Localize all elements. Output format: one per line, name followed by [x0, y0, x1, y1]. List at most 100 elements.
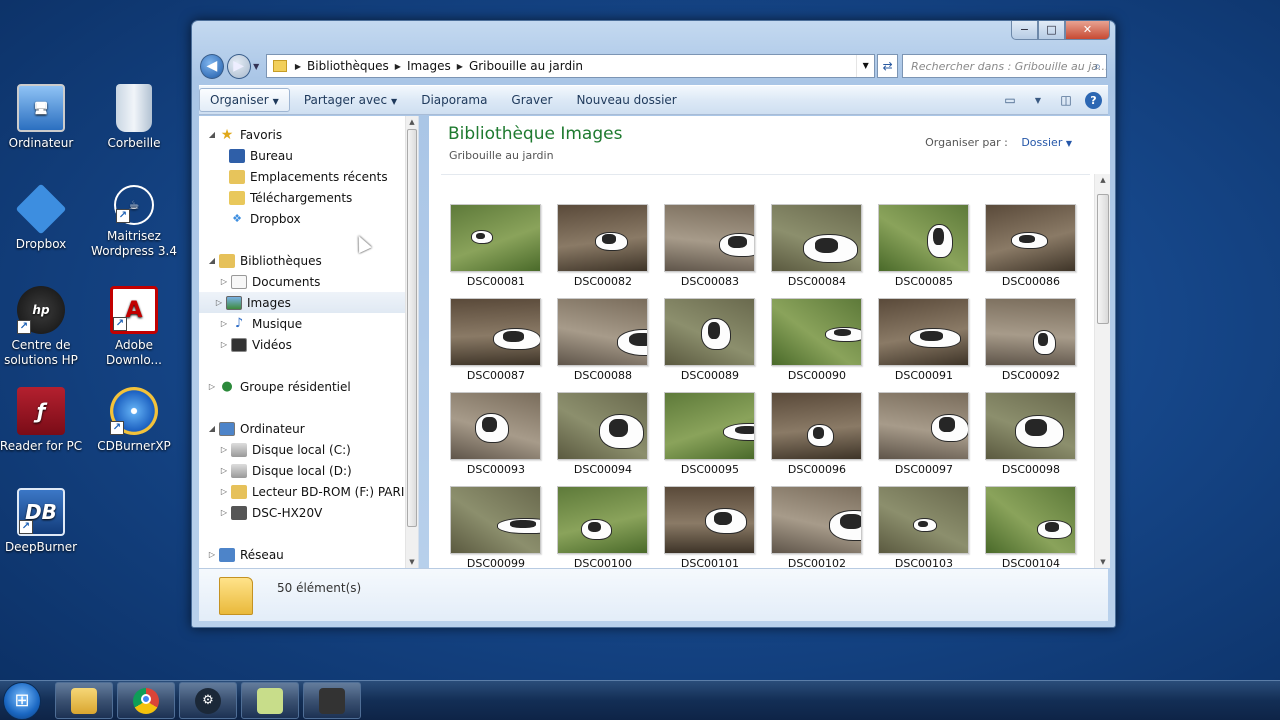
collapse-arrow-icon[interactable]: ▷: [207, 550, 217, 559]
view-dropdown-icon[interactable]: ▼: [1029, 92, 1047, 108]
desktop-icon-dropbox[interactable]: Dropbox: [0, 183, 84, 252]
scroll-down-icon[interactable]: ▼: [1095, 558, 1110, 566]
photo-thumbnail[interactable]: DSC00091: [878, 298, 970, 392]
collapse-arrow-icon[interactable]: ▷: [219, 445, 229, 454]
search-input[interactable]: Rechercher dans : Gribouille au ja... ⌕: [902, 54, 1108, 78]
photo-thumbnail[interactable]: DSC00104: [985, 486, 1077, 568]
photo-thumbnail[interactable]: DSC00089: [664, 298, 756, 392]
organize-button[interactable]: Organiser ▼: [199, 88, 290, 112]
nav-pane-scrollbar[interactable]: ▲ ▼: [405, 116, 418, 568]
nav-favorites[interactable]: ◢ ★ Favoris: [207, 124, 282, 145]
help-icon[interactable]: ?: [1085, 91, 1102, 109]
photo-thumbnail[interactable]: DSC00094: [557, 392, 649, 486]
photo-thumbnail[interactable]: DSC00092: [985, 298, 1077, 392]
nav-item-downloads[interactable]: Téléchargements: [229, 187, 352, 208]
scrollbar-thumb[interactable]: [1097, 194, 1109, 324]
address-bar[interactable]: ▶ Bibliothèques ▶ Images ▶ Gribouille au…: [265, 54, 876, 78]
new-folder-button[interactable]: Nouveau dossier: [566, 89, 686, 111]
photo-thumbnail[interactable]: DSC00081: [450, 204, 542, 298]
expand-arrow-icon[interactable]: ◢: [207, 424, 217, 433]
photo-thumbnail[interactable]: DSC00100: [557, 486, 649, 568]
nav-computer[interactable]: ◢ Ordinateur: [207, 418, 305, 439]
refresh-button[interactable]: ⇄: [877, 54, 899, 78]
taskbar-camera[interactable]: [303, 682, 361, 719]
share-with-button[interactable]: Partager avec ▼: [294, 89, 407, 111]
nav-drive-d[interactable]: ▷ Disque local (D:): [219, 460, 352, 481]
scroll-up-icon[interactable]: ▲: [1095, 176, 1110, 184]
minimize-button[interactable]: −: [1011, 21, 1038, 40]
expand-arrow-icon[interactable]: ◢: [207, 256, 217, 265]
nav-item-videos[interactable]: ▷ Vidéos: [219, 334, 292, 355]
desktop-icon-adobe[interactable]: A ↗ Adobe Downlo...: [91, 286, 177, 368]
photo-thumbnail[interactable]: DSC00103: [878, 486, 970, 568]
forward-button[interactable]: ▶: [226, 53, 251, 79]
photo-thumbnail[interactable]: DSC00095: [664, 392, 756, 486]
taskbar-chrome[interactable]: [117, 682, 175, 719]
nav-camera-drive[interactable]: ▷ DSC-HX20V: [219, 502, 322, 523]
collapse-arrow-icon[interactable]: ▷: [219, 466, 229, 475]
back-button[interactable]: ◀: [200, 53, 224, 79]
nav-homegroup[interactable]: ▷ ● Groupe résidentiel: [207, 376, 351, 397]
nav-item-images[interactable]: ▷ Images: [199, 292, 409, 313]
collapse-arrow-icon[interactable]: ▷: [219, 319, 229, 328]
scroll-up-icon[interactable]: ▲: [406, 118, 418, 126]
close-button[interactable]: ✕: [1065, 21, 1110, 40]
slideshow-button[interactable]: Diaporama: [411, 89, 497, 111]
desktop-icon-computer[interactable]: 🖥 Ordinateur: [0, 84, 84, 151]
preview-pane-icon[interactable]: ◫: [1057, 92, 1075, 108]
nav-drive-c[interactable]: ▷ Disque local (C:): [219, 439, 351, 460]
scroll-down-icon[interactable]: ▼: [406, 558, 418, 566]
photo-thumbnail[interactable]: DSC00101: [664, 486, 756, 568]
photo-thumbnail[interactable]: DSC00087: [450, 298, 542, 392]
breadcrumb-libraries[interactable]: Bibliothèques: [303, 59, 393, 73]
photo-thumbnail[interactable]: DSC00096: [771, 392, 863, 486]
photo-thumbnail[interactable]: DSC00084: [771, 204, 863, 298]
search-icon[interactable]: ⌕: [1094, 59, 1101, 74]
collapse-arrow-icon[interactable]: ▷: [214, 298, 224, 307]
scrollbar-thumb[interactable]: [407, 129, 417, 527]
desktop-icon-deepburner[interactable]: DB ↗ DeepBurner: [0, 488, 84, 555]
breadcrumb-images[interactable]: Images: [403, 59, 455, 73]
photo-thumbnail[interactable]: DSC00082: [557, 204, 649, 298]
maximize-button[interactable]: □: [1038, 21, 1065, 40]
photo-thumbnail[interactable]: DSC00102: [771, 486, 863, 568]
start-button[interactable]: ⊞: [3, 682, 41, 720]
nav-libraries[interactable]: ◢ Bibliothèques: [207, 250, 322, 271]
chevron-right-icon[interactable]: ▶: [393, 62, 403, 71]
chevron-right-icon[interactable]: ▶: [455, 62, 465, 71]
nav-network[interactable]: ▷ Réseau: [207, 544, 284, 565]
nav-item-recent-places[interactable]: Emplacements récents: [229, 166, 388, 187]
nav-drive-f[interactable]: ▷ Lecteur BD-ROM (F:) PARISIEN: [219, 481, 418, 502]
collapse-arrow-icon[interactable]: ▷: [219, 487, 229, 496]
address-dropdown-button[interactable]: ▼: [856, 55, 874, 77]
photo-thumbnail[interactable]: DSC00093: [450, 392, 542, 486]
taskbar-notes[interactable]: [241, 682, 299, 719]
desktop-icon-hp[interactable]: hp ↗ Centre de solutions HP: [0, 286, 84, 368]
collapse-arrow-icon[interactable]: ▷: [219, 508, 229, 517]
arrange-by-dropdown[interactable]: Dossier ▼: [1021, 136, 1072, 149]
photo-thumbnail[interactable]: DSC00083: [664, 204, 756, 298]
photo-thumbnail[interactable]: DSC00097: [878, 392, 970, 486]
content-scrollbar[interactable]: ▲ ▼: [1094, 174, 1110, 568]
photo-thumbnail[interactable]: DSC00090: [771, 298, 863, 392]
collapse-arrow-icon[interactable]: ▷: [207, 382, 217, 391]
burn-button[interactable]: Graver: [501, 89, 562, 111]
desktop-icon-cdburner[interactable]: ↗ CDBurnerXP: [91, 387, 177, 454]
chevron-right-icon[interactable]: ▶: [293, 62, 303, 71]
collapse-arrow-icon[interactable]: ▷: [219, 340, 229, 349]
photo-thumbnail[interactable]: DSC00088: [557, 298, 649, 392]
view-options-icon[interactable]: ▭: [1001, 92, 1019, 108]
photo-thumbnail[interactable]: DSC00099: [450, 486, 542, 568]
photo-thumbnail[interactable]: DSC00085: [878, 204, 970, 298]
desktop-icon-wordpress[interactable]: ☕ ↗ Maitrisez Wordpress 3.4: [91, 185, 177, 259]
collapse-arrow-icon[interactable]: ▷: [219, 277, 229, 286]
nav-item-dropbox[interactable]: ❖ Dropbox: [229, 208, 301, 229]
photo-thumbnail[interactable]: DSC00098: [985, 392, 1077, 486]
photo-thumbnail[interactable]: DSC00086: [985, 204, 1077, 298]
nav-item-documents[interactable]: ▷ Documents: [219, 271, 320, 292]
expand-arrow-icon[interactable]: ◢: [207, 130, 217, 139]
desktop-icon-reader[interactable]: ƒ Reader for PC: [0, 387, 84, 454]
nav-item-music[interactable]: ▷ ♪ Musique: [219, 313, 302, 334]
nav-item-desktop[interactable]: Bureau: [229, 145, 293, 166]
breadcrumb-current-folder[interactable]: Gribouille au jardin: [465, 59, 587, 73]
